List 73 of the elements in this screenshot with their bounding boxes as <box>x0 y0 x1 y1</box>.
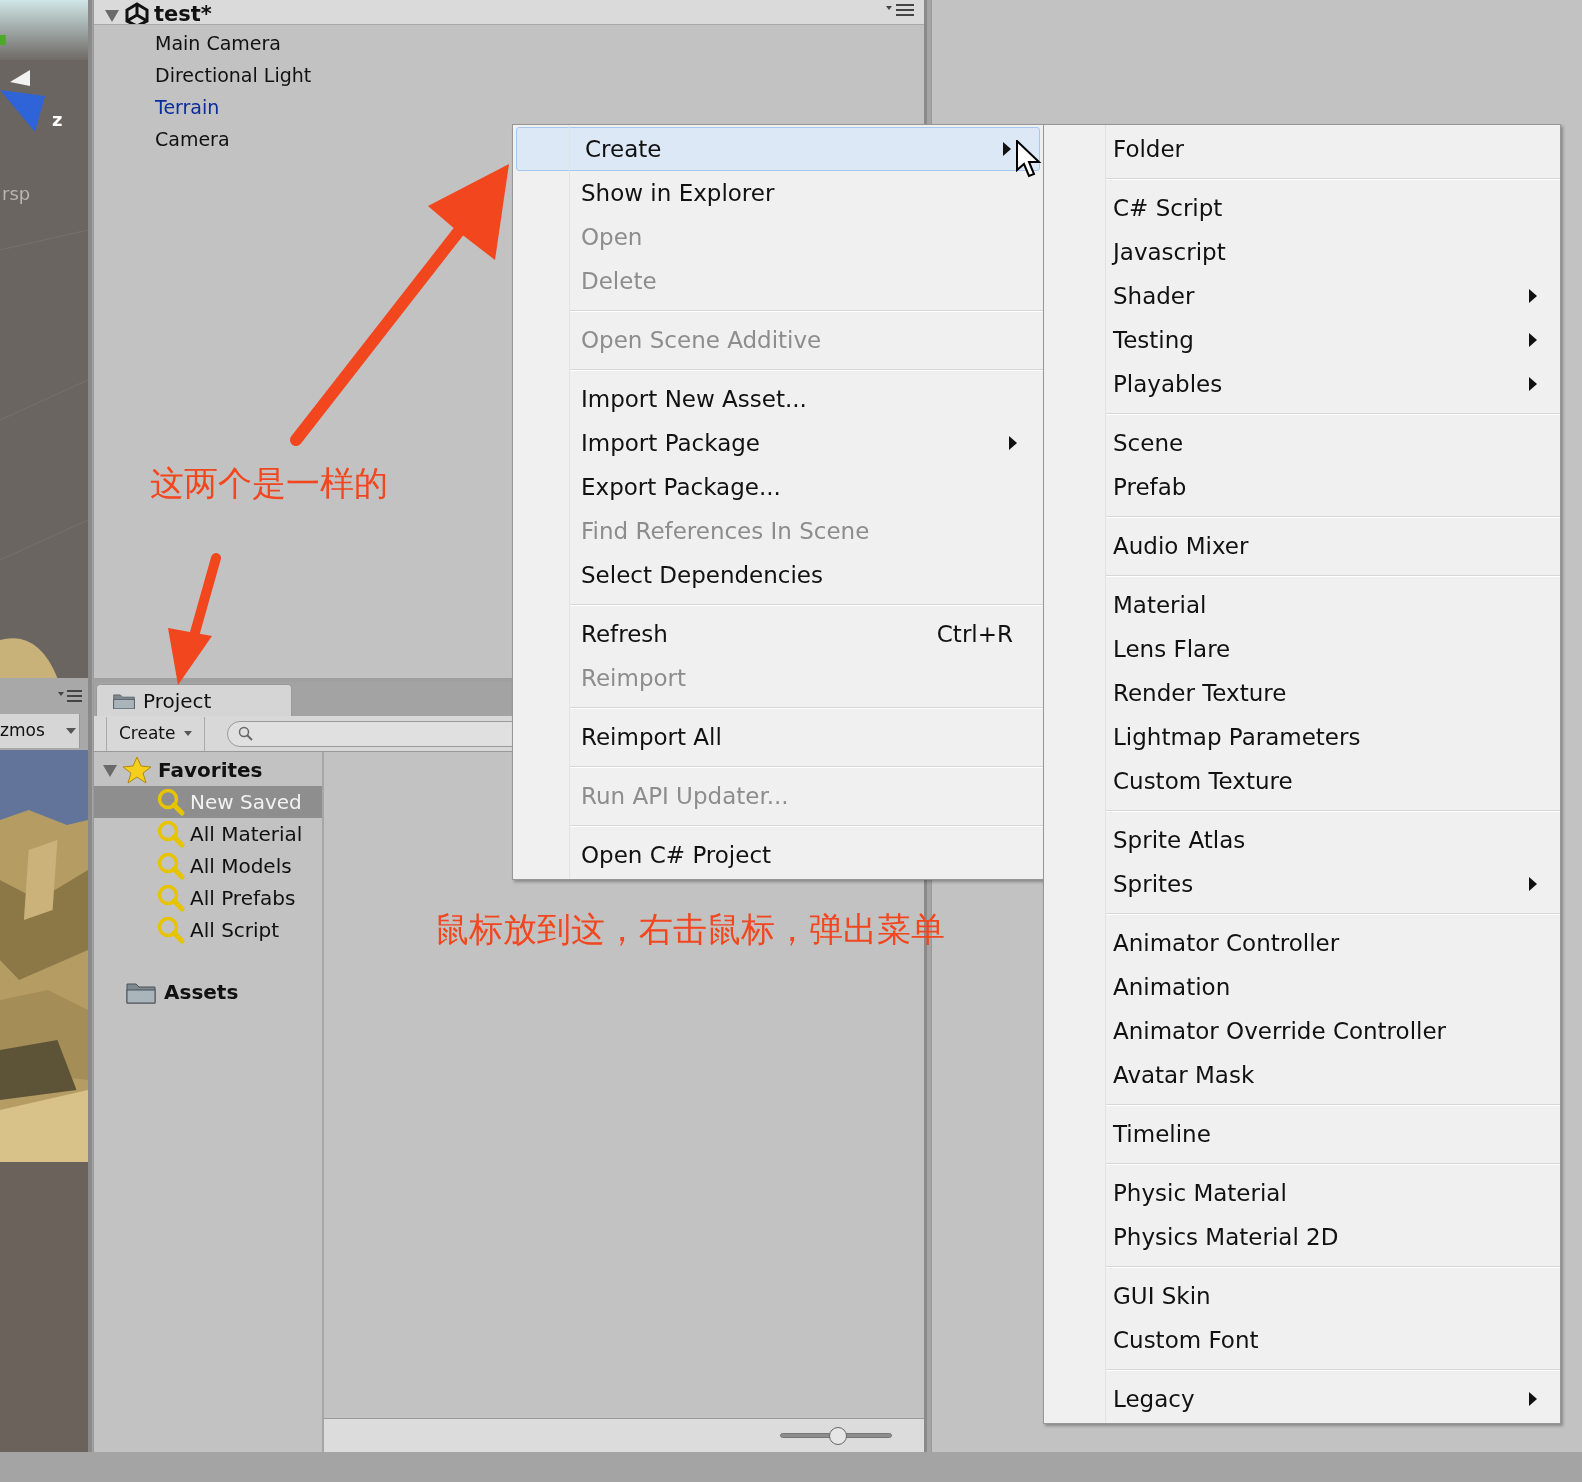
favorites-item[interactable]: All Models <box>94 850 322 882</box>
menu-item[interactable]: Create <box>516 127 1040 171</box>
menu-item[interactable]: Material <box>1044 583 1560 627</box>
menu-item[interactable]: Audio Mixer <box>1044 524 1560 568</box>
menu-item[interactable]: Reimport All <box>513 715 1043 759</box>
menu-item[interactable]: Animator Controller <box>1044 921 1560 965</box>
favorites-item[interactable]: All Script <box>94 914 322 946</box>
menu-item[interactable]: Animation <box>1044 965 1560 1009</box>
expand-arrow-icon[interactable] <box>104 7 120 23</box>
favorites-item[interactable]: All Prefabs <box>94 882 322 914</box>
menu-item[interactable]: Open C# Project <box>513 833 1043 877</box>
expand-arrow-icon[interactable] <box>102 762 118 778</box>
menu-item[interactable]: Scene <box>1044 421 1560 465</box>
menu-item[interactable]: Refresh Ctrl+R <box>513 612 1043 656</box>
zoom-slider[interactable] <box>780 1425 892 1446</box>
star-icon <box>122 756 152 784</box>
search-icon <box>156 819 186 849</box>
dropdown-caret-icon <box>66 728 76 734</box>
menu-item[interactable]: Select Dependencies <box>513 553 1043 597</box>
hierarchy-item[interactable]: Main Camera <box>155 28 281 58</box>
menu-item[interactable]: Export Package... <box>513 465 1043 509</box>
create-dropdown[interactable]: Create <box>106 716 205 751</box>
menu-item[interactable]: Legacy <box>1044 1377 1560 1421</box>
tree-header[interactable]: Favorites <box>158 755 263 785</box>
menu-item[interactable]: Lens Flare <box>1044 627 1560 671</box>
search-icon <box>156 883 186 913</box>
menu-item[interactable]: Import New Asset... <box>513 377 1043 421</box>
menu-item[interactable]: Avatar Mask <box>1044 1053 1560 1097</box>
unity-scene-icon <box>124 2 150 24</box>
menu-item[interactable]: Prefab <box>1044 465 1560 509</box>
search-icon <box>156 787 186 817</box>
annotation-text: 鼠标放到这，右击鼠标，弹出菜单 <box>435 908 945 951</box>
favorites-item[interactable]: All Material <box>94 818 322 850</box>
menu-item[interactable]: GUI Skin <box>1044 1274 1560 1318</box>
menu-item[interactable]: Custom Texture <box>1044 759 1560 803</box>
menu-item[interactable]: Animator Override Controller <box>1044 1009 1560 1053</box>
panel-menu-icon[interactable] <box>58 690 82 702</box>
panel-menu-icon[interactable] <box>886 4 914 16</box>
menu-item[interactable]: Playables <box>1044 362 1560 406</box>
menu-item[interactable]: Timeline <box>1044 1112 1560 1156</box>
menu-item[interactable]: Import Package <box>513 421 1043 465</box>
search-icon <box>237 725 254 742</box>
menu-item[interactable]: Show in Explorer <box>513 171 1043 215</box>
search-icon <box>156 915 186 945</box>
menu-item[interactable]: Testing <box>1044 318 1560 362</box>
menu-item[interactable]: Javascript <box>1044 230 1560 274</box>
gizmos-dropdown[interactable]: zmos <box>0 714 80 748</box>
menu-item[interactable]: Physics Material 2D <box>1044 1215 1560 1259</box>
menu-item[interactable]: Shader <box>1044 274 1560 318</box>
menu-item[interactable]: Custom Font <box>1044 1318 1560 1362</box>
folder-icon <box>113 691 135 710</box>
scene-title: test* <box>154 1 212 24</box>
menu-item[interactable]: Sprites <box>1044 862 1560 906</box>
menu-item[interactable]: Sprite Atlas <box>1044 818 1560 862</box>
menu-item[interactable]: C# Script <box>1044 186 1560 230</box>
folder-icon <box>126 980 156 1004</box>
hierarchy-item[interactable]: Camera <box>155 124 230 154</box>
hierarchy-item[interactable]: Terrain <box>155 92 220 122</box>
menu-item[interactable]: Physic Material <box>1044 1171 1560 1215</box>
slider-thumb[interactable] <box>829 1426 848 1445</box>
axis-label: z <box>52 108 63 132</box>
view-mode-label: rsp <box>2 182 31 206</box>
dropdown-caret-icon <box>183 731 192 736</box>
annotation-text: 这两个是一样的 <box>150 462 388 505</box>
search-icon <box>156 851 186 881</box>
mouse-cursor-icon <box>1016 140 1042 180</box>
menu-item[interactable]: Folder <box>1044 127 1560 171</box>
menu-item[interactable]: Render Texture <box>1044 671 1560 715</box>
menu-item[interactable]: Lightmap Parameters <box>1044 715 1560 759</box>
shortcut-label: Ctrl+R <box>936 622 1013 646</box>
project-tab[interactable]: Project <box>96 684 292 716</box>
tree-header[interactable]: Assets <box>164 977 239 1007</box>
hierarchy-item[interactable]: Directional Light <box>155 60 312 90</box>
